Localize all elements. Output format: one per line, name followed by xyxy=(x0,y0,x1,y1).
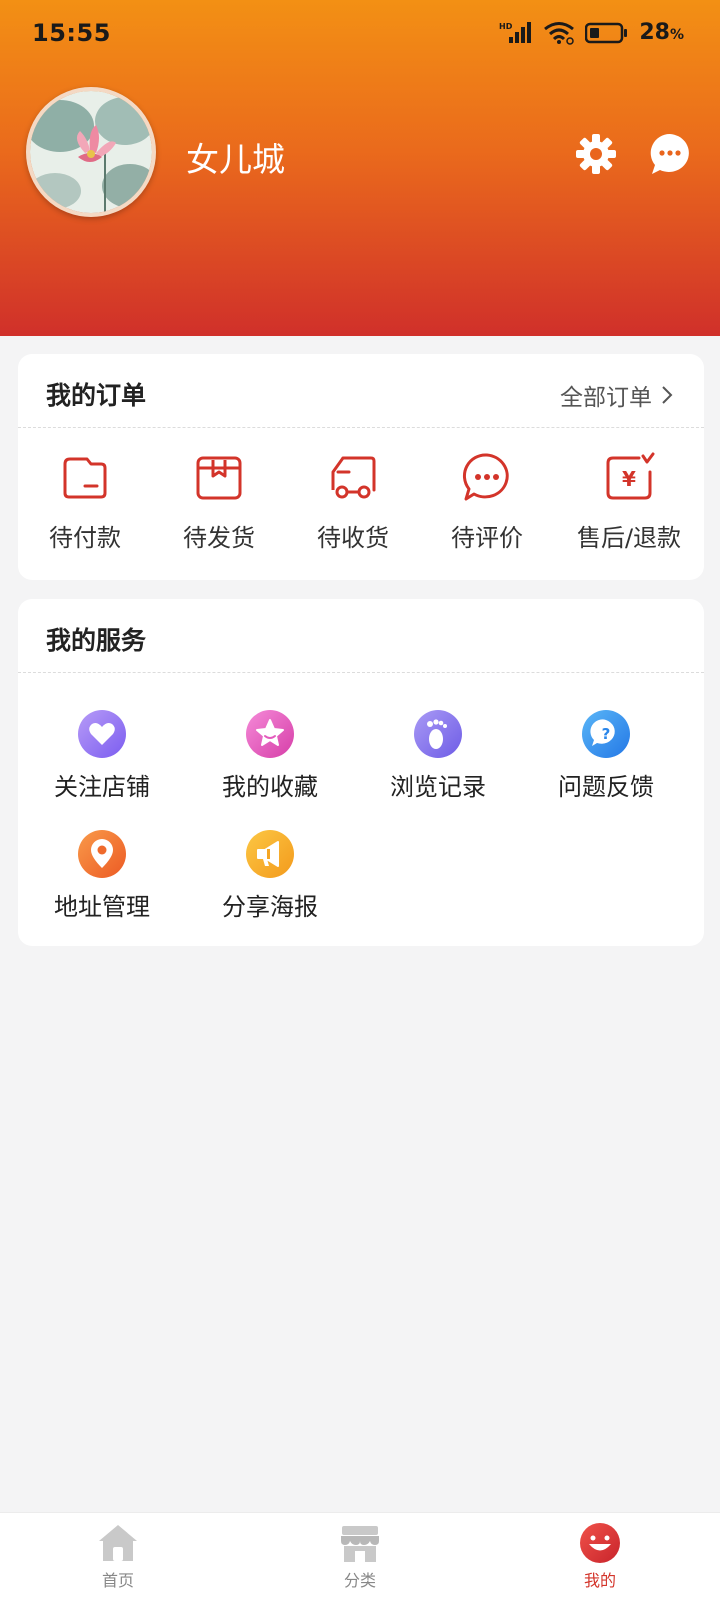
package-icon xyxy=(196,456,242,500)
tab-label: 我的 xyxy=(583,1571,616,1590)
order-pending-shipment[interactable]: 待发货 xyxy=(152,450,286,553)
chevron-right-icon xyxy=(662,386,673,404)
home-icon xyxy=(99,1525,137,1561)
service-feedback[interactable]: ? 问题反馈 xyxy=(522,709,690,802)
orders-card-header: 我的订单 全部订单 xyxy=(18,354,704,428)
order-item-label: 待收货 xyxy=(317,524,389,552)
network-badge: HD xyxy=(499,22,513,31)
services-card-header: 我的服务 xyxy=(18,599,704,673)
services-title: 我的服务 xyxy=(46,626,147,655)
question-icon: ? xyxy=(582,710,630,758)
order-pending-review[interactable]: 待评价 xyxy=(420,450,554,553)
comment-icon xyxy=(462,453,509,501)
service-item-label: 关注店铺 xyxy=(54,773,150,801)
order-pending-receipt[interactable]: 待收货 xyxy=(286,450,420,553)
order-item-label: 待付款 xyxy=(49,524,121,552)
battery-level: 28% xyxy=(639,20,684,45)
status-indicators: HD 28% xyxy=(499,20,684,45)
tab-label: 首页 xyxy=(101,1571,134,1590)
wifi-icon xyxy=(544,21,575,45)
service-address-management[interactable]: 地址管理 xyxy=(18,829,186,922)
battery-icon xyxy=(585,22,628,43)
heart-icon xyxy=(78,710,126,758)
wallet-icon xyxy=(63,457,107,499)
settings-button[interactable] xyxy=(574,132,618,176)
service-share-poster[interactable]: 分享海报 xyxy=(186,829,354,922)
order-pending-payment[interactable]: 待付款 xyxy=(18,450,152,553)
smile-icon xyxy=(580,1523,620,1563)
service-browsing-history[interactable]: 浏览记录 xyxy=(354,709,522,802)
chat-bubble-icon xyxy=(650,133,689,174)
order-item-label: 待评价 xyxy=(451,524,523,552)
service-item-label: 地址管理 xyxy=(54,893,150,921)
orders-card: 我的订单 全部订单 待付款 待发货 待收货 待评价 ¥ 售后/退款 xyxy=(18,354,704,580)
refund-icon: ¥ xyxy=(606,452,655,500)
tab-mine[interactable]: 我的 xyxy=(540,1521,660,1591)
service-item-label: 浏览记录 xyxy=(390,773,486,801)
star-icon xyxy=(246,710,294,758)
service-item-label: 分享海报 xyxy=(222,893,318,921)
signal-icon: HD xyxy=(499,21,532,43)
order-item-label: 待发货 xyxy=(183,524,255,552)
username: 女儿城 xyxy=(186,140,285,179)
all-orders-link[interactable]: 全部订单 xyxy=(560,378,674,412)
avatar[interactable] xyxy=(26,87,156,217)
all-orders-label: 全部订单 xyxy=(560,385,652,411)
svg-text:?: ? xyxy=(602,725,611,743)
order-after-sales[interactable]: ¥ 售后/退款 xyxy=(554,450,704,553)
location-icon xyxy=(78,830,126,878)
services-card: 我的服务 关注店铺 我的收藏 浏览记录 ? 问题反馈 地址管理 分享海报 xyxy=(18,599,704,946)
status-time: 15:55 xyxy=(32,19,111,47)
service-item-label: 问题反馈 xyxy=(558,773,654,801)
service-favorites[interactable]: 我的收藏 xyxy=(186,709,354,802)
bottom-tab-bar: 首页 分类 我的 xyxy=(0,1512,720,1600)
service-item-label: 我的收藏 xyxy=(222,773,318,801)
megaphone-icon xyxy=(246,830,294,878)
tab-home[interactable]: 首页 xyxy=(58,1521,178,1591)
order-item-label: 售后/退款 xyxy=(576,524,682,552)
truck-icon xyxy=(331,456,376,499)
message-button[interactable] xyxy=(648,132,692,176)
tab-category[interactable]: 分类 xyxy=(300,1521,420,1591)
footprint-icon xyxy=(414,710,462,758)
gear-icon xyxy=(576,134,616,174)
tab-label: 分类 xyxy=(343,1571,376,1590)
lotus-painting-image xyxy=(30,91,152,213)
svg-text:¥: ¥ xyxy=(622,467,636,491)
service-followed-shops[interactable]: 关注店铺 xyxy=(18,709,186,802)
store-icon xyxy=(341,1526,379,1562)
orders-title: 我的订单 xyxy=(46,381,147,410)
status-bar: 15:55 HD 28% xyxy=(0,0,720,66)
